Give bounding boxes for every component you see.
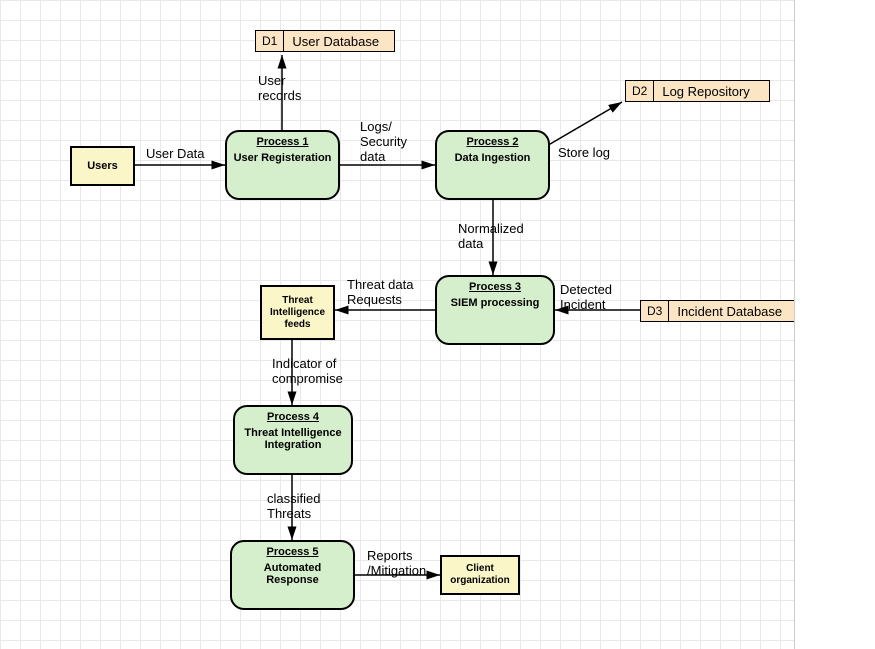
datastore-user-database[interactable]: D1 User Database — [255, 30, 395, 52]
entity-client-organization[interactable]: Client organization — [440, 555, 520, 595]
datastore-log-repository[interactable]: D2 Log Repository — [625, 80, 770, 102]
entity-label: Threat Intelligence feeds — [264, 295, 331, 331]
process-2-data-ingestion[interactable]: Process 2 Data Ingestion — [435, 130, 550, 200]
process-name: Automated Response — [238, 562, 347, 586]
datastore-incident-database[interactable]: D3 Incident Database — [640, 300, 800, 322]
datastore-name: Incident Database — [669, 301, 790, 321]
process-title: Process 5 — [238, 546, 347, 558]
flow-label-ioc: Indicator of compromise — [272, 357, 343, 387]
datastore-id: D3 — [641, 301, 669, 321]
process-name: Threat Intelligence Integration — [241, 427, 345, 451]
datastore-id: D2 — [626, 81, 654, 101]
datastore-name: Log Repository — [654, 81, 757, 101]
flow-label-threat-requests: Threat data Requests — [347, 278, 414, 308]
flow-label-logs-security: Logs/ Security data — [360, 120, 407, 165]
process-5-automated-response[interactable]: Process 5 Automated Response — [230, 540, 355, 610]
right-panel — [794, 0, 875, 649]
process-4-threat-intel-integration[interactable]: Process 4 Threat Intelligence Integratio… — [233, 405, 353, 475]
flow-label-user-records: User records — [258, 74, 301, 104]
entity-users[interactable]: Users — [70, 146, 135, 186]
flow-label-classified-threats: classified Threats — [267, 492, 320, 522]
datastore-id: D1 — [256, 31, 284, 51]
process-1-user-registration[interactable]: Process 1 User Registeration — [225, 130, 340, 200]
flow-label-user-data: User Data — [146, 147, 205, 162]
process-title: Process 4 — [241, 411, 345, 423]
process-name: SIEM processing — [443, 297, 547, 309]
flow-label-normalized-data: Normalized data — [458, 222, 524, 252]
process-title: Process 2 — [443, 136, 542, 148]
diagram-canvas: D1 User Database D2 Log Repository D3 In… — [0, 0, 875, 649]
flow-label-reports-mitigation: Reports /Mitigation — [367, 549, 426, 579]
process-title: Process 3 — [443, 281, 547, 293]
process-title: Process 1 — [233, 136, 332, 148]
entity-label: Users — [87, 160, 118, 172]
process-name: User Registeration — [233, 152, 332, 164]
datastore-name: User Database — [284, 31, 387, 51]
flow-label-detected-incident: Detected Incident — [560, 283, 612, 313]
process-name: Data Ingestion — [443, 152, 542, 164]
entity-threat-intel-feeds[interactable]: Threat Intelligence feeds — [260, 285, 335, 340]
entity-label: Client organization — [444, 563, 516, 587]
process-3-siem-processing[interactable]: Process 3 SIEM processing — [435, 275, 555, 345]
flow-label-store-log: Store log — [558, 146, 610, 161]
